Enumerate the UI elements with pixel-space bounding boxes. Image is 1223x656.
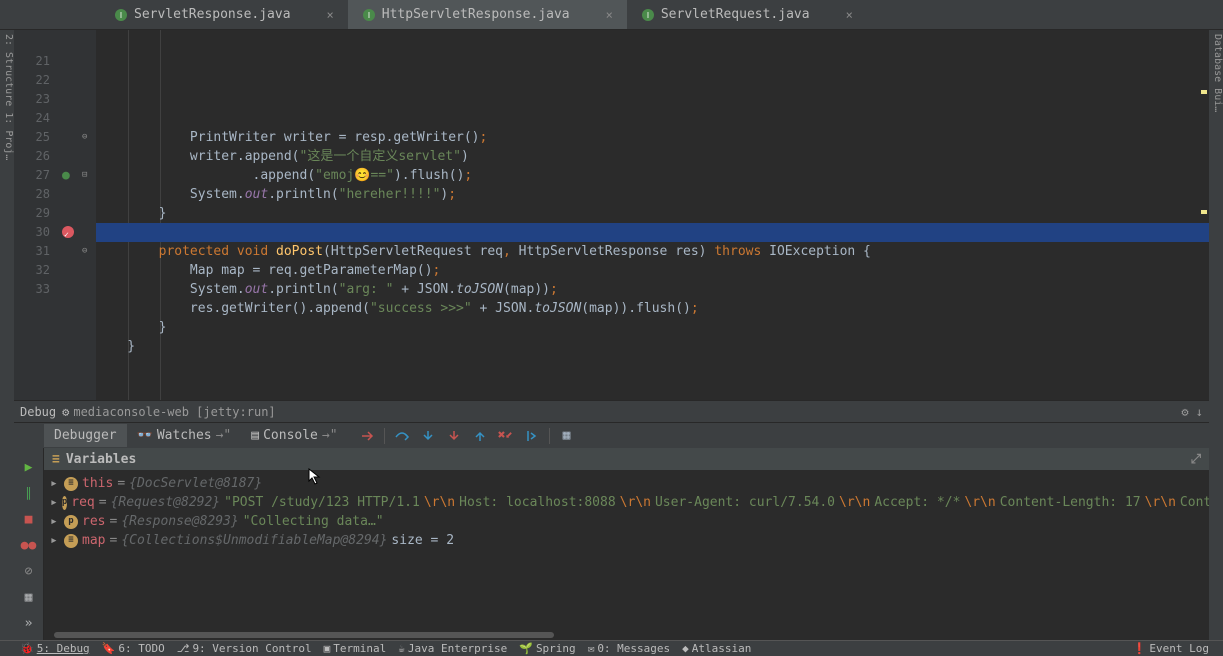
status-item[interactable]: 🐞5: Debug xyxy=(20,642,90,655)
tab-label: ServletResponse.java xyxy=(134,7,291,22)
resume-button[interactable]: ▶ xyxy=(20,458,38,476)
close-icon[interactable]: × xyxy=(846,8,853,22)
settings-icon[interactable]: ⚙ ↓ xyxy=(1181,405,1203,419)
close-icon[interactable]: × xyxy=(606,8,613,22)
drop-frame-button[interactable]: ✖⬋ xyxy=(497,427,515,445)
variable-row[interactable]: ▸p req = {Request@8292} "POST /study/123… xyxy=(44,493,1209,512)
close-icon[interactable]: × xyxy=(327,8,334,22)
debug-session-controls: ↻ ▶ ∥ ■ ●● ⊘ ▦ » xyxy=(14,422,44,640)
editor-tabs: I ServletResponse.java × I HttpServletRe… xyxy=(0,0,1223,30)
layout-button[interactable]: ▦ xyxy=(20,588,38,606)
debug-label: Debug xyxy=(20,405,56,419)
show-execution-point-button[interactable] xyxy=(358,427,376,445)
pause-button[interactable]: ∥ xyxy=(20,484,38,502)
step-out-button[interactable] xyxy=(471,427,489,445)
status-item[interactable]: 🔖6: TODO xyxy=(102,642,165,655)
status-item[interactable]: ▣Terminal xyxy=(324,642,387,655)
tab-servletresponse[interactable]: I ServletResponse.java × xyxy=(100,0,348,29)
stop-button[interactable]: ■ xyxy=(20,510,38,528)
tab-console[interactable]: ▤Console→" xyxy=(241,424,347,447)
svg-text:I: I xyxy=(647,11,649,20)
right-tool-strip[interactable]: Database Bui… xyxy=(1209,30,1223,640)
step-into-button[interactable] xyxy=(419,427,437,445)
line-number-gutter: 21222324252627282930313233 xyxy=(14,30,58,400)
mouse-cursor-icon xyxy=(308,468,322,486)
java-interface-icon: I xyxy=(641,8,655,22)
variable-row[interactable]: ▸p res = {Response@8293} "Collecting dat… xyxy=(44,512,1209,531)
minimap[interactable] xyxy=(1199,30,1207,400)
java-interface-icon: I xyxy=(114,8,128,22)
evaluate-expression-button[interactable]: ▦ xyxy=(558,427,576,445)
fold-gutter[interactable]: ⊖⊟⊖ xyxy=(82,30,96,400)
breakpoint-icon[interactable] xyxy=(62,226,74,238)
force-step-into-button[interactable] xyxy=(445,427,463,445)
tab-label: HttpServletResponse.java xyxy=(382,7,570,22)
step-over-button[interactable] xyxy=(393,427,411,445)
variables-panel: ≡ Variables ⤢ ▸≡ this = {DocServlet@8187… xyxy=(44,448,1209,640)
view-breakpoints-button[interactable]: ●● xyxy=(20,536,38,554)
tab-debugger[interactable]: Debugger xyxy=(44,424,127,447)
expand-arrow-icon[interactable]: ▸ xyxy=(50,474,60,493)
tab-watches[interactable]: 👓Watches→" xyxy=(127,424,242,447)
variable-row[interactable]: ▸≡ this = {DocServlet@8187} xyxy=(44,474,1209,493)
svg-text:I: I xyxy=(120,11,122,20)
horizontal-scrollbar[interactable] xyxy=(44,630,1209,640)
variables-header: ≡ Variables ⤢ xyxy=(44,448,1209,470)
override-icon[interactable]: ● xyxy=(62,166,70,185)
event-log-button[interactable]: ❗Event Log xyxy=(1133,642,1209,655)
tab-label: ServletRequest.java xyxy=(661,7,810,22)
more-button[interactable]: » xyxy=(20,614,38,632)
code-area[interactable]: PrintWriter writer = resp.getWriter(); w… xyxy=(96,30,1209,400)
expand-arrow-icon[interactable]: ▸ xyxy=(50,531,60,550)
run-config-name: mediaconsole-web [jetty:run] xyxy=(73,405,275,419)
status-item[interactable]: ◆Atlassian xyxy=(682,642,751,655)
status-item[interactable]: ⎇9: Version Control xyxy=(177,642,312,655)
variables-tree[interactable]: ▸≡ this = {DocServlet@8187}▸p req = {Req… xyxy=(44,470,1209,554)
expand-arrow-icon[interactable]: ▸ xyxy=(50,512,60,531)
status-item[interactable]: ✉0: Messages xyxy=(588,642,670,655)
debug-toolbar: Debugger 👓Watches→" ▤Console→" ✖⬋ ▦ xyxy=(14,422,1209,448)
tab-httpservletresponse[interactable]: I HttpServletResponse.java × xyxy=(348,0,627,29)
debug-header: Debug ⚙ mediaconsole-web [jetty:run] ⚙ ↓ xyxy=(14,400,1209,422)
run-to-cursor-button[interactable] xyxy=(523,427,541,445)
mute-breakpoints-button[interactable]: ⊘ xyxy=(20,562,38,580)
status-bar: 🐞5: Debug 🔖6: TODO ⎇9: Version Control ▣Ter… xyxy=(0,640,1223,656)
code-editor[interactable]: 21222324252627282930313233 ● ⊖⊟⊖ PrintWr… xyxy=(14,30,1209,400)
status-item[interactable]: ☕Java Enterprise xyxy=(398,642,507,655)
tab-servletrequest[interactable]: I ServletRequest.java × xyxy=(627,0,867,29)
variable-row[interactable]: ▸≡ map = {Collections$UnmodifiableMap@82… xyxy=(44,531,1209,550)
breakpoint-gutter[interactable]: ● xyxy=(58,30,82,400)
svg-text:I: I xyxy=(368,11,370,20)
expand-icon[interactable]: ⤢ xyxy=(1191,452,1201,467)
left-tool-strip[interactable]: 2: Structure 1: Proj… xyxy=(0,30,14,640)
expand-arrow-icon[interactable]: ▸ xyxy=(50,493,58,512)
java-interface-icon: I xyxy=(362,8,376,22)
status-item[interactable]: 🌱Spring xyxy=(519,642,575,655)
